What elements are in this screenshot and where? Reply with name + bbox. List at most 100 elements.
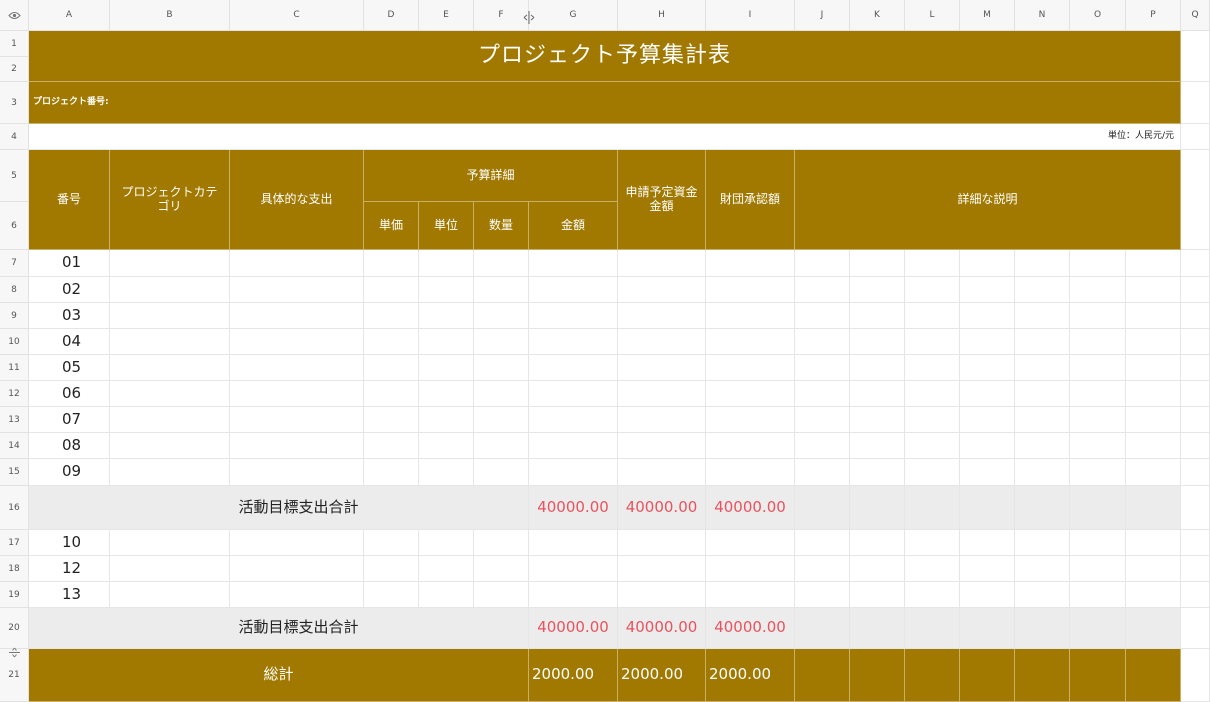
table-cell[interactable]	[618, 530, 706, 556]
table-cell[interactable]	[529, 277, 618, 303]
table-cell[interactable]	[1126, 530, 1181, 556]
row-header-5[interactable]: 5	[0, 150, 29, 202]
column-header-a[interactable]: A	[29, 0, 110, 31]
table-cell[interactable]	[1126, 433, 1181, 459]
table-cell[interactable]	[1015, 459, 1070, 486]
subtotal-requested[interactable]: 40000.00	[618, 486, 706, 530]
table-cell[interactable]	[1015, 277, 1070, 303]
total-amount[interactable]: 2000.00	[529, 649, 618, 702]
table-cell[interactable]	[1015, 433, 1070, 459]
table-cell[interactable]	[1126, 250, 1181, 277]
table-cell[interactable]	[1015, 355, 1070, 381]
table-cell[interactable]	[230, 381, 364, 407]
table-cell[interactable]	[960, 381, 1015, 407]
table-cell[interactable]	[905, 582, 960, 608]
table-cell[interactable]	[529, 329, 618, 355]
table-cell[interactable]	[960, 433, 1015, 459]
table-cell[interactable]	[529, 433, 618, 459]
header-description[interactable]: 詳細な説明	[795, 150, 1181, 250]
cell-q21[interactable]	[1181, 649, 1210, 702]
row-header-19[interactable]: 19	[0, 582, 29, 608]
table-cell[interactable]	[618, 459, 706, 486]
table-cell[interactable]	[419, 530, 474, 556]
table-cell[interactable]	[1181, 277, 1210, 303]
table-cell[interactable]	[1181, 608, 1210, 649]
row-header-2[interactable]: 2	[0, 57, 29, 82]
header-amount[interactable]: 金額	[529, 202, 618, 250]
table-cell[interactable]	[364, 303, 419, 329]
table-cell[interactable]	[529, 407, 618, 433]
table-cell[interactable]	[1015, 649, 1070, 702]
table-cell[interactable]	[1070, 582, 1126, 608]
column-header-m[interactable]: M	[960, 0, 1015, 31]
sheet-title[interactable]: プロジェクト予算集計表	[29, 31, 1181, 82]
table-cell[interactable]	[905, 277, 960, 303]
table-cell[interactable]	[960, 459, 1015, 486]
table-cell[interactable]	[960, 649, 1015, 702]
column-header-d[interactable]: D	[364, 0, 419, 31]
table-cell[interactable]	[110, 329, 230, 355]
row-header-17[interactable]: 17	[0, 530, 29, 556]
table-cell[interactable]	[905, 407, 960, 433]
table-cell[interactable]	[419, 277, 474, 303]
table-cell[interactable]	[1070, 329, 1126, 355]
table-cell[interactable]	[1181, 582, 1210, 608]
table-cell[interactable]	[110, 381, 230, 407]
table-cell[interactable]	[419, 556, 474, 582]
total-requested[interactable]: 2000.00	[618, 649, 706, 702]
table-cell[interactable]	[905, 433, 960, 459]
table-cell[interactable]	[419, 381, 474, 407]
item-number-cell[interactable]: 03	[29, 303, 110, 329]
subtotal-amount[interactable]: 40000.00	[529, 608, 618, 649]
table-cell[interactable]	[905, 608, 960, 649]
table-cell[interactable]	[364, 459, 419, 486]
item-number-cell[interactable]: 06	[29, 381, 110, 407]
table-cell[interactable]	[795, 303, 850, 329]
table-cell[interactable]	[706, 381, 795, 407]
row-header-13[interactable]: 13	[0, 407, 29, 433]
table-cell[interactable]	[1126, 582, 1181, 608]
table-cell[interactable]	[706, 277, 795, 303]
table-cell[interactable]	[960, 530, 1015, 556]
table-cell[interactable]	[1126, 303, 1181, 329]
table-cell[interactable]	[850, 381, 905, 407]
table-cell[interactable]	[1015, 530, 1070, 556]
table-cell[interactable]	[795, 530, 850, 556]
table-cell[interactable]	[706, 355, 795, 381]
table-cell[interactable]	[110, 459, 230, 486]
table-cell[interactable]	[1015, 303, 1070, 329]
table-cell[interactable]	[1070, 303, 1126, 329]
subtotal-label[interactable]: 活動目標支出合計	[29, 486, 529, 530]
table-cell[interactable]	[419, 329, 474, 355]
table-cell[interactable]	[905, 355, 960, 381]
table-cell[interactable]	[706, 459, 795, 486]
table-cell[interactable]	[230, 582, 364, 608]
table-cell[interactable]	[706, 407, 795, 433]
table-cell[interactable]	[618, 303, 706, 329]
table-cell[interactable]	[230, 459, 364, 486]
table-cell[interactable]	[905, 649, 960, 702]
unit-label[interactable]: 単位：人民元/元	[29, 124, 1181, 150]
table-cell[interactable]	[110, 355, 230, 381]
table-cell[interactable]	[474, 556, 529, 582]
subtotal-approved[interactable]: 40000.00	[706, 608, 795, 649]
table-cell[interactable]	[795, 459, 850, 486]
table-cell[interactable]	[419, 459, 474, 486]
table-cell[interactable]	[1015, 329, 1070, 355]
table-cell[interactable]	[364, 433, 419, 459]
table-cell[interactable]	[1070, 277, 1126, 303]
table-cell[interactable]	[850, 459, 905, 486]
header-number[interactable]: 番号	[29, 150, 110, 250]
table-cell[interactable]	[230, 530, 364, 556]
table-cell[interactable]	[1181, 556, 1210, 582]
table-cell[interactable]	[110, 407, 230, 433]
column-header-g[interactable]: G	[529, 0, 618, 31]
table-cell[interactable]	[474, 250, 529, 277]
table-cell[interactable]	[474, 407, 529, 433]
table-cell[interactable]	[529, 250, 618, 277]
table-cell[interactable]	[1070, 649, 1126, 702]
table-cell[interactable]	[110, 250, 230, 277]
column-header-p[interactable]: P	[1126, 0, 1181, 31]
table-cell[interactable]	[618, 407, 706, 433]
table-cell[interactable]	[960, 407, 1015, 433]
